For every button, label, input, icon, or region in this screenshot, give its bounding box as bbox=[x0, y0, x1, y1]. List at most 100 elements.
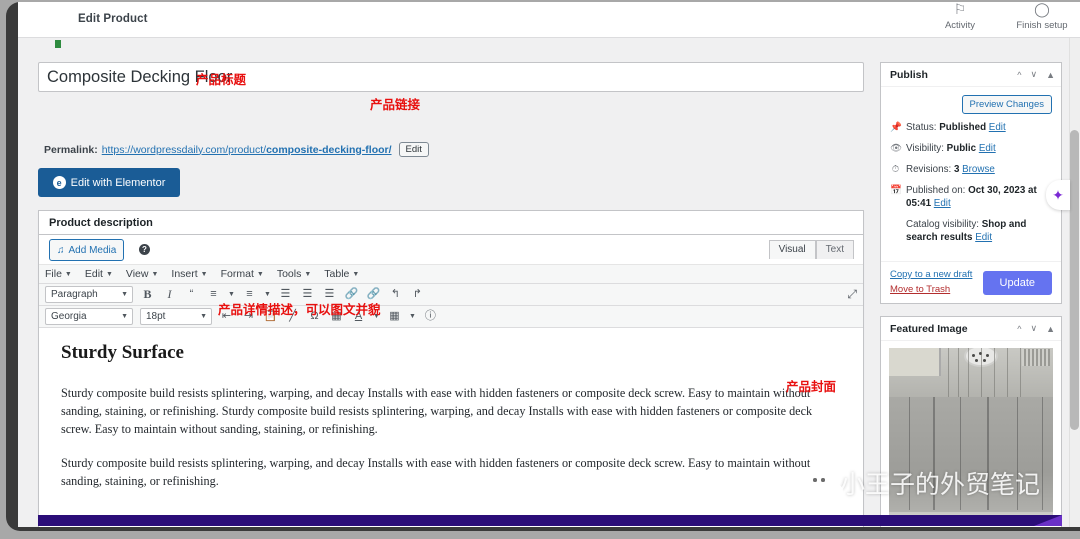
photo-grate bbox=[1021, 348, 1050, 366]
calendar-icon: 📅 bbox=[890, 185, 902, 196]
page-scrollbar[interactable] bbox=[1069, 38, 1080, 527]
menu-edit[interactable]: Edit ▼ bbox=[85, 268, 113, 280]
browser-viewport: Edit Product ⚐ Activity ◯ Finish setup C… bbox=[18, 2, 1080, 527]
description-panel-heading: Product description bbox=[39, 211, 863, 235]
help-icon[interactable]: ? bbox=[139, 244, 150, 255]
menu-view-label: View bbox=[125, 268, 149, 280]
menu-table[interactable]: Table ▼ bbox=[324, 268, 359, 280]
finish-setup-label: Finish setup bbox=[1016, 20, 1068, 31]
menu-table-label: Table bbox=[324, 268, 350, 280]
published-on-edit-link[interactable]: Edit bbox=[934, 198, 951, 209]
bold-icon[interactable]: B bbox=[140, 287, 155, 302]
visibility-edit-link[interactable]: Edit bbox=[979, 143, 996, 154]
blockquote-icon[interactable]: “ bbox=[184, 287, 199, 302]
copy-to-new-draft-link[interactable]: Copy to a new draft bbox=[890, 269, 972, 280]
publish-panel-header: Publish ^ ∨ ▲ bbox=[881, 63, 1061, 87]
move-to-trash-link[interactable]: Move to Trash bbox=[890, 284, 972, 295]
bottom-purple-strip bbox=[38, 515, 1062, 526]
menu-format[interactable]: Format ▼ bbox=[221, 268, 264, 280]
editor-menubar: File ▼ Edit ▼ View ▼ Insert ▼ Format ▼ Tools ▼… bbox=[39, 265, 863, 284]
tab-visual[interactable]: Visual bbox=[768, 240, 816, 259]
annotation-title: 产品标题 bbox=[196, 72, 247, 87]
activity-label: Activity bbox=[944, 20, 976, 31]
chevron-down-icon: ▼ bbox=[121, 313, 128, 320]
topbar-item-finish-setup[interactable]: ◯ Finish setup bbox=[1014, 2, 1070, 31]
topbar-item-activity[interactable]: ⚐ Activity bbox=[932, 2, 988, 31]
move-up-icon[interactable]: ^ bbox=[1017, 70, 1021, 80]
featured-image-panel-title: Featured Image bbox=[890, 322, 968, 335]
catalog-visibility-row: Catalog visibility: Shop and search resu… bbox=[890, 218, 1052, 244]
table-caret-icon[interactable]: ▼ bbox=[409, 313, 416, 320]
toggle-panel-icon[interactable]: ▲ bbox=[1046, 324, 1055, 334]
revisions-value: 3 bbox=[953, 164, 960, 175]
menu-tools-label: Tools bbox=[276, 268, 302, 280]
product-description-panel: Product description ♫ Add Media ? Visual… bbox=[38, 210, 864, 527]
preview-row: Preview Changes bbox=[890, 95, 1052, 114]
green-status-marker bbox=[55, 40, 61, 48]
font-family-select[interactable]: Georgia ▼ bbox=[45, 308, 133, 325]
chevron-down-icon: ▼ bbox=[151, 270, 159, 278]
undo-icon[interactable]: ↰ bbox=[388, 287, 403, 302]
menu-insert[interactable]: Insert ▼ bbox=[171, 268, 207, 280]
redo-icon[interactable]: ↱ bbox=[410, 287, 425, 302]
menu-view[interactable]: View ▼ bbox=[126, 268, 159, 280]
preview-changes-button[interactable]: Preview Changes bbox=[961, 95, 1052, 114]
table-icon[interactable]: ▦ bbox=[387, 309, 402, 324]
keyboard-help-icon[interactable]: ⓘ bbox=[423, 309, 438, 324]
permalink-edit-button[interactable]: Edit bbox=[398, 142, 429, 157]
toggle-panel-icon[interactable]: ▲ bbox=[1046, 70, 1055, 80]
featured-image-panel: Featured Image ^ ∨ ▲ bbox=[880, 316, 1062, 527]
visibility-label: Visibility: bbox=[906, 143, 944, 154]
chevron-down-icon: ▼ bbox=[121, 291, 128, 298]
photo-background-upper bbox=[889, 348, 1053, 397]
menu-tools[interactable]: Tools ▼ bbox=[277, 268, 311, 280]
chevron-down-icon: ▼ bbox=[200, 313, 207, 320]
elementor-logo-icon: e bbox=[52, 176, 66, 189]
font-family-value: Georgia bbox=[51, 311, 87, 322]
editor-toolbar-row-1: Paragraph ▼ B I “ ≡ ▼ ≡ ▼ ☰ ☰ ☰ 🔗 🔗 ↰ ↱ … bbox=[39, 284, 863, 306]
move-down-icon[interactable]: ∨ bbox=[1030, 69, 1037, 80]
font-size-select[interactable]: 18pt ▼ bbox=[140, 308, 212, 325]
revisions-row: ⏱ Revisions: 3 Browse bbox=[890, 163, 1052, 176]
screenshot-root: Edit Product ⚐ Activity ◯ Finish setup C… bbox=[0, 0, 1080, 539]
italic-icon[interactable]: I bbox=[162, 287, 177, 302]
permalink-label: Permalink: bbox=[44, 143, 98, 156]
publish-panel-title: Publish bbox=[890, 68, 928, 81]
scrollbar-thumb[interactable] bbox=[1070, 130, 1079, 430]
annotation-description: 产品详情描述，可以图文并貌 bbox=[218, 302, 381, 317]
fullscreen-icon[interactable]: ⤢ bbox=[847, 287, 857, 302]
update-button[interactable]: Update bbox=[982, 271, 1052, 295]
flag-icon: ⚐ bbox=[953, 2, 967, 17]
content-heading: Sturdy Surface bbox=[61, 342, 184, 363]
product-title-input[interactable]: Composite Decking Floor bbox=[38, 62, 864, 92]
menu-format-label: Format bbox=[220, 268, 254, 280]
status-edit-link[interactable]: Edit bbox=[989, 122, 1006, 133]
chevron-down-icon: ▼ bbox=[64, 270, 72, 278]
numbered-list-caret-icon[interactable]: ▼ bbox=[264, 291, 271, 298]
add-media-button[interactable]: ♫ Add Media bbox=[49, 239, 125, 261]
editor-content-area[interactable]: Sturdy Surface Sturdy composite build re… bbox=[39, 328, 863, 518]
sparkle-ai-icon[interactable]: ✦ bbox=[1046, 180, 1070, 210]
menu-file-label: File bbox=[45, 268, 62, 280]
revisions-browse-link[interactable]: Browse bbox=[962, 164, 995, 175]
permalink-prefix: https://wordpressdaily.com/product/ bbox=[101, 143, 267, 156]
move-up-icon[interactable]: ^ bbox=[1017, 324, 1021, 334]
revisions-label: Revisions: bbox=[906, 164, 952, 175]
main-content: Composite Decking Floor Permalink: https… bbox=[18, 48, 1069, 527]
paragraph-format-select[interactable]: Paragraph ▼ bbox=[45, 286, 133, 303]
move-down-icon[interactable]: ∨ bbox=[1030, 323, 1037, 334]
chevron-down-icon: ▼ bbox=[304, 270, 312, 278]
featured-image-thumbnail[interactable] bbox=[889, 348, 1053, 523]
catalog-visibility-edit-link[interactable]: Edit bbox=[975, 232, 992, 243]
content-paragraph-2: Sturdy composite build resists splinteri… bbox=[61, 456, 811, 488]
status-row: 📌 Status: Published Edit bbox=[890, 121, 1052, 134]
permalink-url[interactable]: https://wordpressdaily.com/product/compo… bbox=[102, 144, 392, 156]
edit-with-elementor-button[interactable]: e Edit with Elementor bbox=[38, 168, 180, 197]
menu-file[interactable]: File ▼ bbox=[45, 268, 72, 280]
annotation-cover: 产品封面 bbox=[786, 379, 837, 394]
sidebar: Publish ^ ∨ ▲ Preview Changes 📌 Status: … bbox=[880, 62, 1062, 527]
bullet-list-caret-icon[interactable]: ▼ bbox=[228, 291, 235, 298]
menu-insert-label: Insert bbox=[171, 268, 198, 280]
photo-decking-planks bbox=[889, 397, 1053, 523]
tab-text[interactable]: Text bbox=[815, 240, 854, 259]
